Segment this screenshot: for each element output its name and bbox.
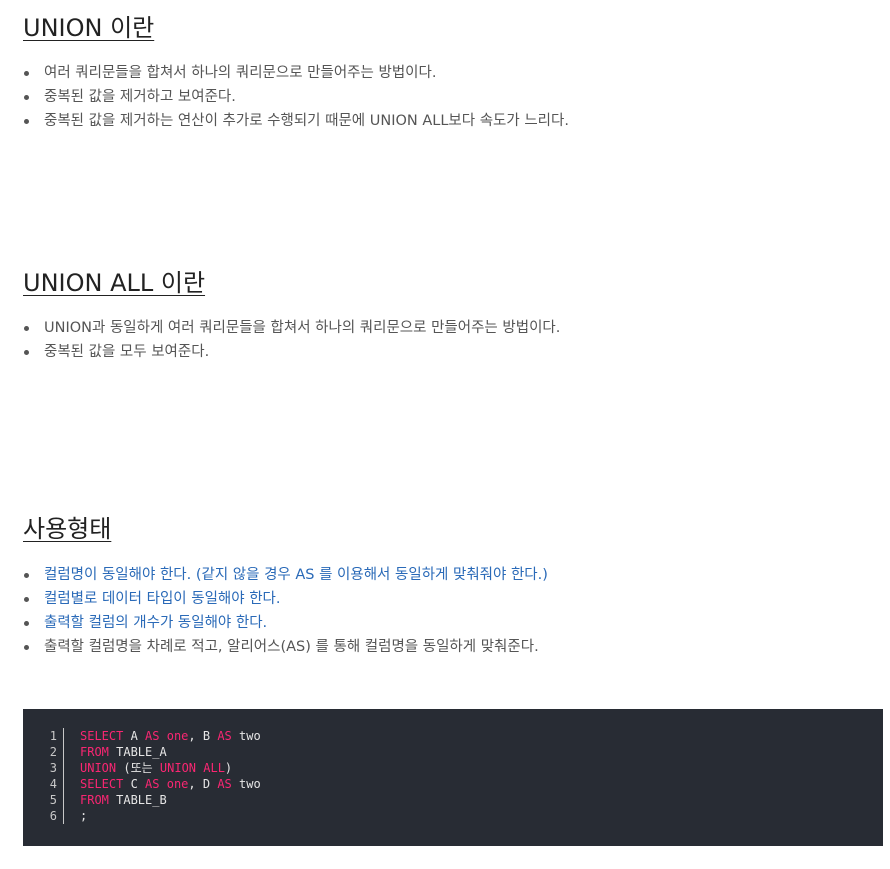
list-item: 출력할 컬럼명을 차례로 적고, 알리어스(AS) 를 통해 컬럼명을 동일하게…: [22, 635, 548, 659]
line-number-divider: [63, 776, 72, 792]
section-title-union-all: UNION ALL 이란: [23, 269, 206, 297]
code-keyword: one: [166, 729, 189, 743]
code-token: ;: [80, 809, 88, 823]
list-item: 여러 쿼리문들을 합쳐서 하나의 쿼리문으로 만들어주는 방법이다.: [22, 61, 569, 85]
list-item: 컬럼별로 데이터 타입이 동일해야 한다.: [22, 587, 548, 611]
code-token: TABLE_B: [108, 793, 167, 807]
list-item: 출력할 컬럼의 개수가 동일해야 한다.: [22, 611, 548, 635]
code-line: 6;: [23, 808, 883, 824]
code-text: SELECT C AS one, D AS two: [80, 776, 261, 792]
code-keyword: AS: [217, 729, 232, 743]
line-number-divider: [63, 744, 72, 760]
list-item: 중복된 값을 제거하는 연산이 추가로 수행되기 때문에 UNION ALL보다…: [22, 109, 569, 133]
code-keyword: SELECT: [80, 729, 124, 743]
code-token: , D: [188, 777, 218, 791]
list-item: UNION과 동일하게 여러 쿼리문들을 합쳐서 하나의 쿼리문으로 만들어주는…: [22, 316, 560, 340]
list-item: 중복된 값을 제거하고 보여준다.: [22, 85, 569, 109]
line-number-divider: [63, 728, 72, 744]
code-keyword: UNION: [80, 761, 117, 775]
code-text: FROM TABLE_A: [80, 744, 167, 760]
code-token: (또는: [116, 761, 160, 775]
code-line: 3 UNION (또는 UNION ALL): [23, 760, 883, 776]
code-token: A: [123, 729, 146, 743]
section-title-union: UNION 이란: [23, 14, 155, 42]
code-keyword: one: [166, 777, 189, 791]
line-number-divider: [63, 792, 72, 808]
union-all-bullet-list: UNION과 동일하게 여러 쿼리문들을 합쳐서 하나의 쿼리문으로 만들어주는…: [22, 316, 560, 364]
list-item: 중복된 값을 모두 보여준다.: [22, 340, 560, 364]
code-keyword: AS: [217, 777, 232, 791]
code-text: ;: [80, 808, 87, 824]
line-number-divider: [63, 760, 72, 776]
line-number: 3: [49, 761, 57, 775]
code-token: ): [224, 761, 233, 775]
code-line: 1 SELECT A AS one, B AS two: [23, 728, 883, 744]
line-number-divider: [63, 808, 72, 824]
code-text: UNION (또는 UNION ALL): [80, 760, 232, 776]
code-keyword: UNION ALL: [159, 761, 225, 775]
code-token: , B: [188, 729, 218, 743]
usage-bullet-list: 컬럼명이 동일해야 한다. (같지 않을 경우 AS 를 이용해서 동일하게 맞…: [22, 563, 548, 659]
code-line: 5 FROM TABLE_B: [23, 792, 883, 808]
line-number: 1: [49, 729, 57, 743]
line-number: 6: [49, 809, 57, 823]
code-text: FROM TABLE_B: [80, 792, 167, 808]
union-bullet-list: 여러 쿼리문들을 합쳐서 하나의 쿼리문으로 만들어주는 방법이다. 중복된 값…: [22, 61, 569, 133]
line-number: 5: [49, 793, 57, 807]
line-number: 2: [49, 745, 57, 759]
code-token: two: [231, 777, 261, 791]
code-text: SELECT A AS one, B AS two: [80, 728, 261, 744]
code-keyword: SELECT: [80, 777, 124, 791]
code-keyword: AS: [145, 729, 160, 743]
line-number: 4: [49, 777, 57, 791]
code-line: 4 SELECT C AS one, D AS two: [23, 776, 883, 792]
code-token: C: [123, 777, 146, 791]
list-item: 컬럼명이 동일해야 한다. (같지 않을 경우 AS 를 이용해서 동일하게 맞…: [22, 563, 548, 587]
code-token: two: [231, 729, 261, 743]
code-block: 1 SELECT A AS one, B AS two 2 FROM TABLE_A 3…: [23, 709, 883, 846]
section-title-usage: 사용형태: [23, 515, 112, 543]
code-keyword: AS: [145, 777, 160, 791]
code-keyword: FROM: [80, 745, 109, 759]
code-token: TABLE_A: [108, 745, 167, 759]
code-line: 2 FROM TABLE_A: [23, 744, 883, 760]
code-keyword: FROM: [80, 793, 109, 807]
